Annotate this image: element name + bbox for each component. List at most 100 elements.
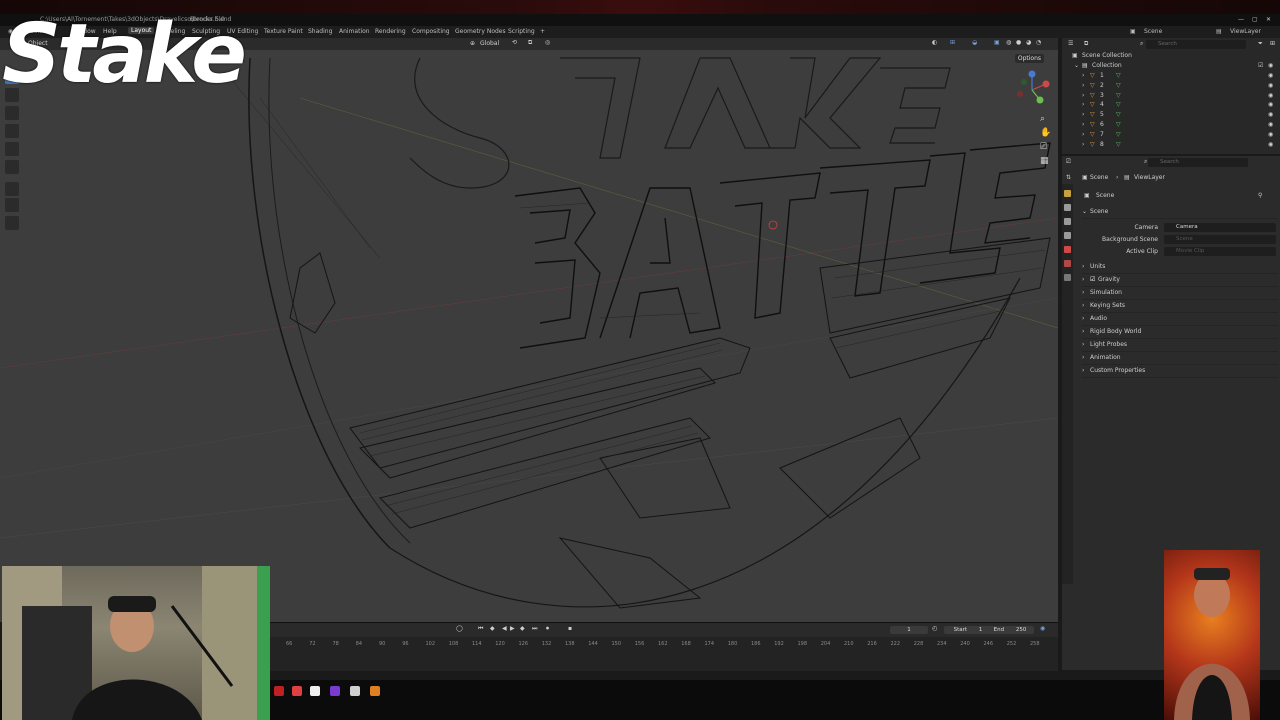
expand-chevron-icon[interactable]: ›	[1082, 131, 1084, 138]
tab-compositing[interactable]: Compositing	[412, 28, 450, 35]
outliner-object-row[interactable]: › ▽ 7 ▽ ◉	[1062, 131, 1280, 141]
gizmo-toggle-icon[interactable]: ⊞	[950, 39, 955, 46]
rotate-tool-icon[interactable]	[5, 124, 19, 138]
outliner-object-row[interactable]: › ▽ 6 ▽ ◉	[1062, 121, 1280, 131]
options-dropdown[interactable]: Options	[1014, 54, 1044, 63]
properties-editor-type-icon[interactable]: ⎚	[1066, 158, 1071, 166]
panel-header[interactable]: › Light Probes	[1082, 339, 1278, 352]
pivot-icon[interactable]: ⟲	[512, 39, 517, 46]
fake-user-icon[interactable]: ⚲	[1258, 192, 1262, 199]
maximize-button[interactable]: ▢	[1252, 16, 1258, 23]
proportional-edit-icon[interactable]: ◎	[545, 39, 550, 46]
panel-header[interactable]: › Animation	[1082, 352, 1278, 365]
camera-view-icon[interactable]: ⎚	[1040, 142, 1047, 152]
outliner-filter-icon[interactable]: ⏷	[1258, 40, 1263, 48]
snap-icon[interactable]: ⧉	[528, 39, 532, 47]
close-button[interactable]: ✕	[1266, 16, 1271, 23]
scene-selector[interactable]: Scene	[1144, 28, 1162, 35]
tab-scene-icon[interactable]	[1064, 246, 1071, 253]
shading-wireframe-icon[interactable]: ◍	[1006, 39, 1011, 46]
pin-icon[interactable]: ⇅	[1066, 174, 1071, 181]
background-scene-field[interactable]: Scene	[1164, 235, 1276, 244]
add-cube-tool-icon[interactable]	[5, 216, 19, 230]
outliner-object-row[interactable]: › ▽ 3 ▽ ◉	[1062, 92, 1280, 102]
tab-geometry-nodes[interactable]: Geometry Nodes	[455, 28, 506, 35]
timeline-editor[interactable]: ◯ ⏮ ◆ ◀ ▶ ◆ ⏭ ⏺ ▪ 1 ◴ Start 1 End 250 ◉ …	[270, 622, 1058, 671]
view-layer-selector[interactable]: ViewLayer	[1230, 28, 1261, 35]
panel-header[interactable]: › Custom Properties	[1082, 365, 1278, 378]
visibility-eye-icon[interactable]: ◉	[1268, 82, 1273, 89]
gravity-checkbox[interactable]: ☑	[1090, 276, 1095, 283]
add-workspace-button[interactable]: +	[540, 28, 545, 35]
properties-search-input[interactable]: Search	[1148, 158, 1248, 167]
frame-ruler[interactable]: 66 72 78 84 90 96 102 108 114 120 126 132 138 144 150 1…	[270, 623, 1058, 671]
exclude-checkbox[interactable]: ☑	[1258, 62, 1263, 69]
visibility-icon[interactable]: ◐	[932, 39, 937, 46]
panel-header[interactable]: › Rigid Body World	[1082, 326, 1278, 339]
panel-header[interactable]: › Keying Sets	[1082, 300, 1278, 313]
outliner-search-input[interactable]: Search	[1146, 40, 1246, 49]
xray-toggle-icon[interactable]: ▣	[994, 39, 1000, 46]
tab-view-layer-icon[interactable]	[1064, 232, 1071, 239]
shading-solid-icon[interactable]: ●	[1016, 39, 1021, 46]
taskbar-app-icon[interactable]	[274, 686, 284, 696]
expand-chevron-icon[interactable]: ›	[1082, 111, 1084, 118]
annotate-tool-icon[interactable]	[5, 182, 19, 196]
taskbar-app-icon[interactable]	[350, 686, 360, 696]
transform-orientation-dropdown[interactable]: Global	[480, 40, 499, 47]
outliner-editor-type-icon[interactable]: ☰	[1068, 40, 1073, 47]
panel-header[interactable]: › Units	[1082, 261, 1278, 274]
expand-chevron-icon[interactable]: ⌄	[1074, 62, 1079, 69]
zoom-icon[interactable]: ⌕	[1040, 114, 1045, 124]
tab-animation[interactable]: Animation	[339, 28, 370, 35]
shading-rendered-icon[interactable]: ◔	[1036, 39, 1041, 46]
tab-scripting[interactable]: Scripting	[508, 28, 535, 35]
expand-chevron-icon[interactable]: ›	[1082, 92, 1084, 99]
expand-chevron-icon[interactable]: ›	[1082, 82, 1084, 89]
taskbar-app-icon[interactable]	[292, 686, 302, 696]
taskbar-app-icon[interactable]	[310, 686, 320, 696]
expand-chevron-icon[interactable]: ›	[1082, 72, 1084, 79]
camera-field[interactable]: Camera	[1164, 223, 1276, 232]
perspective-toggle-icon[interactable]: ▦	[1040, 156, 1049, 166]
expand-chevron-icon[interactable]: ›	[1082, 101, 1084, 108]
visibility-eye-icon[interactable]: ◉	[1268, 92, 1273, 99]
outliner-object-row[interactable]: › ▽ 1 ▽ ◉	[1062, 72, 1280, 82]
expand-chevron-icon[interactable]: ›	[1082, 121, 1084, 128]
tab-rendering[interactable]: Rendering	[375, 28, 406, 35]
visibility-eye-icon[interactable]: ◉	[1268, 62, 1273, 69]
blender-taskbar-icon[interactable]	[370, 686, 380, 696]
overlay-toggle-icon[interactable]: ◒	[972, 39, 977, 46]
visibility-eye-icon[interactable]: ◉	[1268, 141, 1273, 148]
visibility-eye-icon[interactable]: ◉	[1268, 72, 1273, 79]
3d-viewport[interactable]: Object Select Add ⊕ Global ⟲ ⧉ ◎ ◐ ⊞ ◒ ▣…	[0, 38, 1058, 622]
tab-render-icon[interactable]	[1064, 204, 1071, 211]
move-tool-icon[interactable]	[5, 106, 19, 120]
outliner-row-collection[interactable]: ⌄ ▤ Collection ☑ ◉	[1062, 62, 1280, 72]
taskbar-app-icon[interactable]	[330, 686, 340, 696]
active-clip-field[interactable]: Movie Clip	[1164, 247, 1276, 256]
visibility-eye-icon[interactable]: ◉	[1268, 101, 1273, 108]
transform-tool-icon[interactable]	[5, 160, 19, 174]
panel-scene-header[interactable]: ⌄ Scene	[1082, 206, 1278, 219]
tab-texture-paint[interactable]: Texture Paint	[264, 28, 303, 35]
scene-datablock-name[interactable]: Scene	[1096, 192, 1114, 199]
visibility-eye-icon[interactable]: ◉	[1268, 121, 1273, 128]
outliner[interactable]: ☰ ⧉ ⌕ Search ⏷ ⊞ ▣ Scene Collection ⌄ ▤ …	[1062, 38, 1280, 154]
minimize-button[interactable]: —	[1238, 16, 1244, 23]
outliner-object-row[interactable]: › ▽ 4 ▽ ◉	[1062, 101, 1280, 111]
new-collection-icon[interactable]: ⊞	[1270, 40, 1275, 47]
panel-header[interactable]: › ☑ Gravity	[1082, 274, 1278, 287]
outliner-object-row[interactable]: › ▽ 8 ▽ ◉	[1062, 141, 1280, 151]
shading-material-icon[interactable]: ◕	[1026, 39, 1031, 46]
outliner-object-row[interactable]: › ▽ 2 ▽ ◉	[1062, 82, 1280, 92]
expand-chevron-icon[interactable]: ›	[1082, 141, 1084, 148]
tab-shading[interactable]: Shading	[308, 28, 332, 35]
panel-header[interactable]: › Simulation	[1082, 287, 1278, 300]
panel-header[interactable]: › Audio	[1082, 313, 1278, 326]
outliner-object-row[interactable]: › ▽ 5 ▽ ◉	[1062, 111, 1280, 121]
scale-tool-icon[interactable]	[5, 142, 19, 156]
visibility-eye-icon[interactable]: ◉	[1268, 131, 1273, 138]
tab-tool-icon[interactable]	[1064, 190, 1071, 197]
measure-tool-icon[interactable]	[5, 198, 19, 212]
